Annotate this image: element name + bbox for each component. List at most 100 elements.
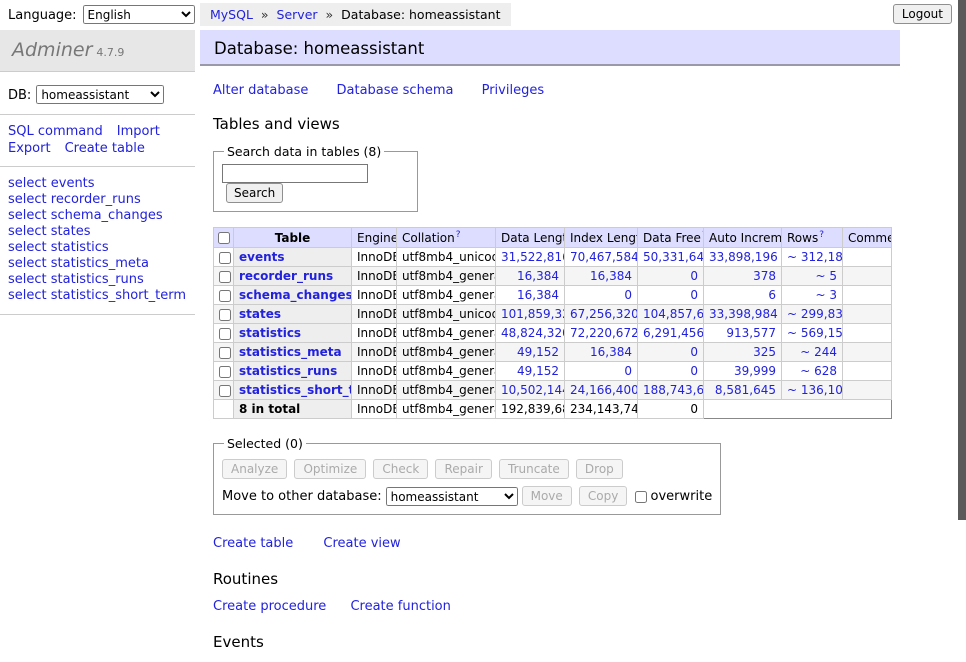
create-table-link[interactable]: Create table [65,141,145,156]
select-table-link[interactable]: select statistics_short_term [8,288,187,304]
repair-button[interactable]: Repair [435,459,491,479]
data-length-link[interactable]: 49,152 [501,345,559,359]
create-procedure-link[interactable]: Create procedure [213,599,326,614]
data-length-link[interactable]: 10,502,144 [501,383,559,397]
select-all-checkbox[interactable] [218,232,230,244]
optimize-button[interactable]: Optimize [294,459,366,479]
table-name-link[interactable]: statistics_short_term [239,383,352,397]
index-length-link[interactable]: 24,166,400 [570,383,632,397]
table-name-link[interactable]: statistics [239,326,301,340]
rows-count-link[interactable]: ~ 3 [787,288,837,302]
analyze-button[interactable]: Analyze [222,459,287,479]
rows-count-link[interactable]: ~ 628 [787,364,837,378]
help-icon[interactable]: ? [819,230,824,240]
rows-count-link[interactable]: ~ 136,108 [787,383,837,397]
auto-increment-link[interactable]: 8,581,645 [709,383,776,397]
select-table-link[interactable]: select statistics_meta [8,256,187,272]
copy-button[interactable]: Copy [579,486,627,506]
table-name-link[interactable]: schema_changes [239,288,352,302]
select-table-link[interactable]: select statistics [8,240,187,256]
import-link[interactable]: Import [117,124,160,139]
help-icon[interactable]: ? [456,230,461,240]
auto-increment-link[interactable]: 6 [709,288,776,302]
data-length-link[interactable]: 48,824,320 [501,326,559,340]
select-table-link[interactable]: select statistics_runs [8,272,187,288]
index-length-link[interactable]: 0 [570,288,632,302]
data-length-link[interactable]: 16,384 [501,288,559,302]
index-length-link[interactable]: 70,467,584 [570,250,632,264]
adminer-logo-link[interactable]: Adminer [12,39,92,61]
select-table-link[interactable]: select events [8,176,187,192]
rows-count-link[interactable]: ~ 244 [787,345,837,359]
auto-increment-link[interactable]: 33,398,984 [709,307,776,321]
data-free-link[interactable]: 0 [643,269,698,283]
data-free-link[interactable]: 6,291,456 [643,326,698,340]
sql-command-link[interactable]: SQL command [8,124,103,139]
create-view-link[interactable]: Create view [323,536,400,551]
create-function-link[interactable]: Create function [350,599,450,614]
data-length-link[interactable]: 16,384 [501,269,559,283]
export-link[interactable]: Export [8,141,51,156]
overwrite-label[interactable]: overwrite [651,489,713,504]
data-free-link[interactable]: 0 [643,345,698,359]
data-free-link[interactable]: 0 [643,364,698,378]
table-name-link[interactable]: statistics_meta [239,345,342,359]
db-select[interactable]: homeassistant [36,85,164,104]
move-button[interactable]: Move [522,486,572,506]
row-checkbox[interactable] [219,309,231,321]
table-name-link[interactable]: statistics_runs [239,364,337,378]
data-length-link[interactable]: 31,522,816 [501,250,559,264]
search-input[interactable] [222,164,368,183]
data-length-link[interactable]: 49,152 [501,364,559,378]
create-table-link-main[interactable]: Create table [213,536,293,551]
data-free-link[interactable]: 188,743,680 [643,383,698,397]
logout-button[interactable]: Logout [893,4,952,24]
drop-button[interactable]: Drop [576,459,623,479]
table-name-link[interactable]: events [239,250,285,264]
row-checkbox[interactable] [219,252,231,264]
language-select[interactable]: English [83,5,195,24]
database-schema-link[interactable]: Database schema [337,83,454,98]
row-checkbox[interactable] [219,347,231,359]
breadcrumb-server-link[interactable]: Server [277,7,318,22]
breadcrumb-mysql-link[interactable]: MySQL [210,7,253,22]
index-length-link[interactable]: 67,256,320 [570,307,632,321]
row-checkbox[interactable] [219,366,231,378]
scrollbar-thumb[interactable] [958,0,966,520]
check-button[interactable]: Check [373,459,428,479]
auto-increment-link[interactable]: 913,577 [709,326,776,340]
row-checkbox[interactable] [219,385,231,397]
index-length-link[interactable]: 72,220,672 [570,326,632,340]
move-database-select[interactable]: homeassistant [386,487,518,506]
search-button[interactable]: Search [226,183,283,203]
data-free-link[interactable]: 50,331,648 [643,250,698,264]
auto-increment-link[interactable]: 33,898,196 [709,250,776,264]
index-length-link[interactable]: 0 [570,364,632,378]
alter-database-link[interactable]: Alter database [213,83,308,98]
privileges-link[interactable]: Privileges [482,83,545,98]
data-free-cell: 50,331,648 [638,248,704,267]
row-checkbox[interactable] [219,271,231,283]
overwrite-checkbox[interactable] [635,491,647,503]
truncate-button[interactable]: Truncate [499,459,569,479]
select-table-link[interactable]: select recorder_runs [8,192,187,208]
index-length-link[interactable]: 16,384 [570,269,632,283]
index-length-link[interactable]: 16,384 [570,345,632,359]
data-free-link[interactable]: 0 [643,288,698,302]
auto-increment-link[interactable]: 39,999 [709,364,776,378]
select-table-link[interactable]: select states [8,224,187,240]
row-checkbox[interactable] [219,290,231,302]
select-table-link[interactable]: select schema_changes [8,208,187,224]
scrollbar-track[interactable] [958,0,966,543]
auto-increment-link[interactable]: 378 [709,269,776,283]
table-name-link[interactable]: recorder_runs [239,269,333,283]
rows-count-link[interactable]: ~ 299,833 [787,307,837,321]
rows-count-link[interactable]: ~ 569,159 [787,326,837,340]
data-length-link[interactable]: 101,859,328 [501,307,559,321]
row-checkbox[interactable] [219,328,231,340]
rows-count-link[interactable]: ~ 5 [787,269,837,283]
auto-increment-link[interactable]: 325 [709,345,776,359]
rows-count-link[interactable]: ~ 312,180 [787,250,837,264]
table-name-link[interactable]: states [239,307,281,321]
data-free-link[interactable]: 104,857,600 [643,307,698,321]
